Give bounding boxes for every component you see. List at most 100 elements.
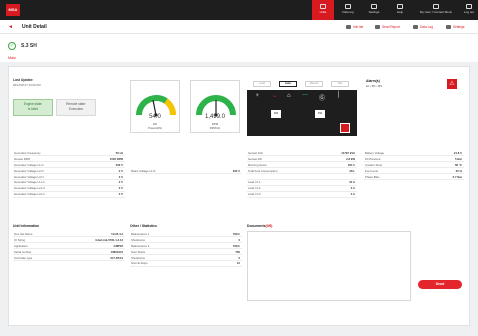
nav-logout[interactable]: Log out — [460, 0, 478, 20]
last-update-value: 09/12/18 07:13:06 PM — [13, 83, 41, 87]
settings-button[interactable]: Settings — [446, 25, 465, 30]
breaker-closed-icon: — — [302, 92, 308, 98]
unit-info-title: Unit Information — [13, 224, 40, 228]
info-list-label: Info list — [353, 25, 364, 30]
row-value: 0 V — [88, 191, 125, 198]
datalog-icon — [413, 25, 418, 30]
mode-test-button[interactable]: Test — [331, 81, 349, 87]
last-update: Last Update: 09/12/18 07:13:06 PM — [13, 78, 41, 87]
gauge-rpm-value: 1,499.0 — [204, 114, 226, 120]
remote-state-button[interactable]: Remote state: Execution — [56, 99, 96, 116]
row-value: 0.7 Bar — [427, 173, 464, 180]
units-icon — [320, 4, 326, 9]
row-value: IG7-DTA4 — [57, 254, 125, 261]
settings-icon — [371, 4, 377, 9]
send-report-label: Send Report — [382, 25, 400, 30]
row-key: Load 3 L3 — [247, 191, 320, 198]
control-panel: Load Auto Manual Test ♆ ⌁ ⌂ — Ⓖ │ KW KW — [247, 80, 357, 136]
gear-icon — [446, 25, 451, 30]
gen-breaker-button[interactable]: KW — [315, 110, 325, 118]
engine-state-button[interactable]: Engine state: is Idled — [13, 99, 53, 116]
documents-title: Documents(0/8) — [247, 224, 272, 228]
gauge-rpm: 1,499.0 RPM RPM/Hz — [190, 80, 240, 133]
row-key: Controller type — [13, 254, 58, 261]
data-log-label: Data Log — [420, 25, 433, 30]
mode-auto-button[interactable]: Auto — [279, 81, 297, 87]
power-diagram: ♆ ⌁ ⌂ — Ⓖ │ KW KW — [247, 90, 357, 136]
table-row: Load 3 L3 0 A — [247, 191, 357, 198]
last-update-label: Last Update: — [13, 78, 34, 82]
gauge-power: 54.0 kW Power(kW) — [130, 80, 180, 133]
alarms-title: Alarm(s) — [366, 79, 380, 83]
nav-help[interactable]: Help — [388, 0, 412, 20]
unit-header: ✓ S.3 SH Main — [0, 34, 478, 62]
table-row: Num E-Stops 12 — [130, 260, 242, 267]
genset-table: Genset kVA 14797 kVA Genset kW 2.8 kW Runn… — [247, 150, 357, 198]
gauge-rpm-unit: RPM RPM/Hz — [209, 122, 221, 130]
info-list-button[interactable]: Info list — [346, 25, 364, 30]
table-row: Phase Balo 0.7 Bar — [364, 173, 464, 180]
nav-help-label: Help — [396, 10, 404, 14]
generator-icon: Ⓖ — [319, 96, 326, 102]
top-navigation: MSA Units Data log Settings Help My User… — [0, 0, 478, 20]
generator-table: Generator Frequency 50 Hz Genset RPM 1500 … — [13, 150, 125, 198]
tower-icon: ♆ — [255, 93, 260, 99]
engine-table: Battery Voltage 21.8 V Oil Pressure 5 Bar … — [364, 150, 464, 180]
building-icon: ⌂ — [287, 93, 291, 99]
mode-load-button[interactable]: Load — [253, 81, 271, 87]
send-report-button[interactable]: Send Report — [375, 25, 400, 30]
row-key: Num E-Stops — [130, 260, 207, 267]
back-arrow-icon[interactable]: ◄ — [8, 24, 13, 30]
report-icon — [375, 25, 380, 30]
alarms-list: EJ • BC • BS — [366, 84, 382, 88]
nav-user-menu[interactable]: My User / Contact Menu — [414, 0, 458, 20]
line-icon: │ — [337, 92, 341, 98]
mode-selector: Load Auto Manual Test — [247, 80, 357, 88]
unit-info-table: Gen Set Name Unit5.4.4 IO String InterLink… — [13, 231, 125, 261]
stop-button[interactable] — [340, 123, 350, 133]
alarm-warning-icon[interactable]: ⚠ — [447, 79, 457, 89]
brand-logo[interactable]: MSA — [6, 4, 20, 16]
table-row: Generator Voltage L3-L1 0 V — [13, 191, 125, 198]
logout-icon — [466, 4, 472, 9]
row-value: 0 A — [319, 191, 357, 198]
unit-name: S.3 SH — [21, 43, 37, 49]
subheader: ◄ Unit Detail Info list Send Report Data… — [0, 20, 478, 34]
mode-manual-button[interactable]: Manual — [305, 81, 323, 87]
row-value: 230 V — [211, 168, 242, 175]
nav-settings[interactable]: Settings — [362, 0, 386, 20]
table-row: Controller type IG7-DTA4 — [13, 254, 125, 261]
datalog-icon — [345, 4, 351, 9]
send-button[interactable]: Send — [418, 280, 462, 289]
row-key: Phase Balo — [364, 173, 428, 180]
documents-textarea[interactable] — [247, 231, 411, 301]
row-value: 12 — [206, 260, 242, 267]
table-row: Mains Voltage L1-N 230 V — [130, 168, 242, 175]
nav-data-log[interactable]: Data log — [336, 0, 360, 20]
data-log-button[interactable]: Data Log — [413, 25, 433, 30]
settings-label: Settings — [453, 25, 465, 30]
mains-table: Mains Voltage L1-N 230 V — [130, 168, 242, 175]
gauge-power-unit: kW Power(kW) — [148, 122, 162, 130]
nav-units-label: Units — [319, 10, 327, 14]
tab-main[interactable]: Main — [8, 56, 16, 60]
user-icon — [433, 4, 439, 9]
documents-label: Documents — [247, 224, 266, 228]
nav-settings-label: Settings — [368, 10, 380, 14]
list-icon — [346, 25, 351, 30]
nav-data-log-label: Data log — [342, 10, 354, 14]
row-key: Mains Voltage L1-N — [130, 168, 212, 175]
statistics-title: Other / Statistics — [130, 224, 157, 228]
row-key: Generator Voltage L3-L1 — [13, 191, 89, 198]
nav-user-label: My User / Contact Menu — [419, 10, 453, 14]
gauge-power-value: 54.0 — [149, 114, 161, 120]
status-ok-icon: ✓ — [8, 42, 16, 50]
page-title: Unit Detail — [22, 24, 47, 30]
nav-logout-label: Log out — [463, 10, 474, 14]
breaker-open-icon: ⌁ — [273, 94, 277, 100]
documents-count: (0/8) — [265, 224, 273, 228]
nav-units[interactable]: Units — [312, 0, 334, 20]
statistics-table: Maintenance 1 798 h Shutdowns 0 Maintenanc… — [130, 231, 242, 267]
mains-breaker-button[interactable]: KW — [271, 110, 281, 118]
help-icon — [397, 4, 403, 9]
